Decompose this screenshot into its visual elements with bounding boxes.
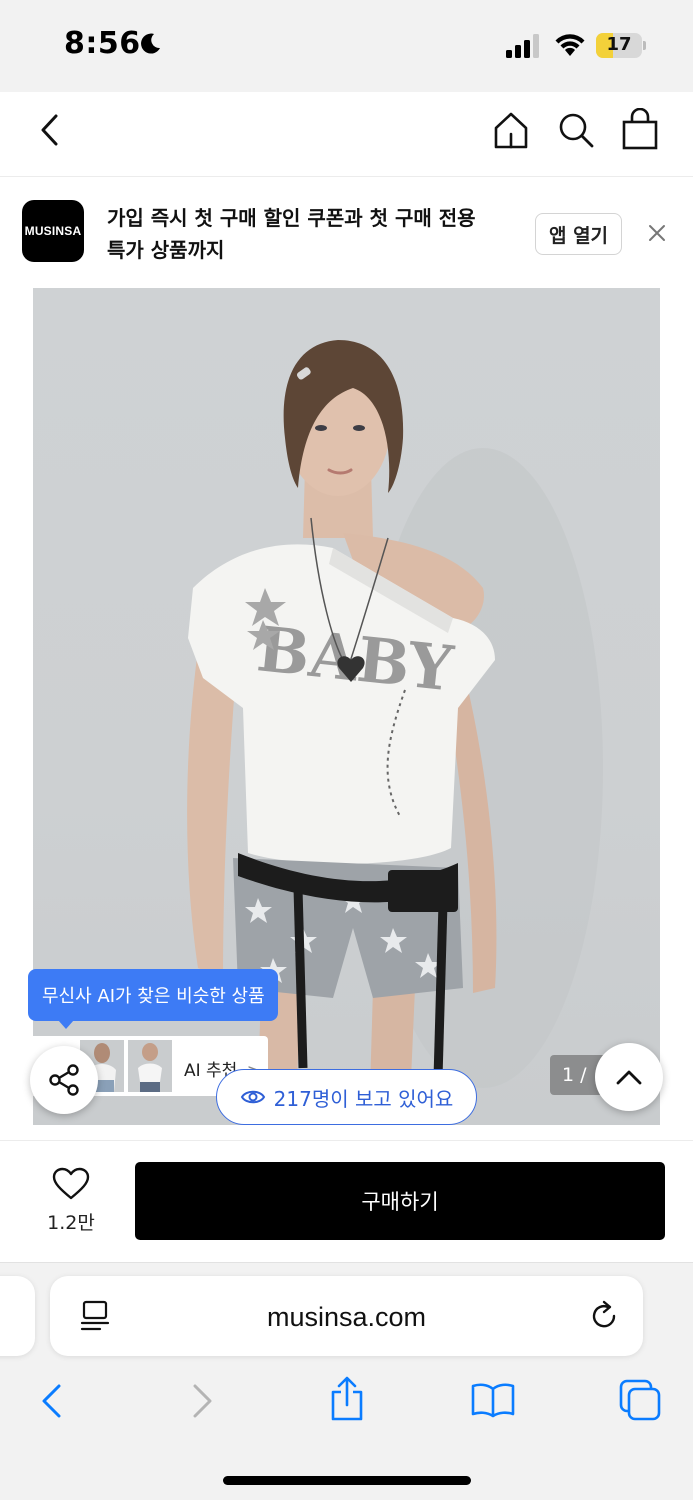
home-indicator: [223, 1476, 471, 1485]
banner-message: 가입 즉시 첫 구매 할인 쿠폰과 첫 구매 전용 특가 상품까지: [107, 202, 517, 266]
viewers-text: 217명이 보고 있어요: [273, 1086, 454, 1111]
like-count: 1.2만: [47, 1212, 95, 1234]
banner-line-2: 특가 상품까지: [107, 238, 225, 262]
forward-arrow-icon[interactable]: [188, 1383, 216, 1419]
eye-icon: [240, 1090, 265, 1104]
address-bar[interactable]: musinsa.com: [50, 1276, 643, 1356]
search-icon[interactable]: [556, 110, 596, 150]
banner-line-1: 가입 즉시 첫 구매 할인 쿠폰과 첫 구매 전용: [107, 206, 476, 230]
open-app-button[interactable]: 앱 열기: [535, 213, 622, 255]
buy-button[interactable]: 구매하기: [135, 1162, 665, 1240]
share-icon: [49, 1064, 79, 1096]
previous-tab-preview[interactable]: [0, 1276, 35, 1356]
ai-thumbnail[interactable]: [128, 1040, 172, 1092]
back-icon[interactable]: [36, 112, 64, 148]
share-icon[interactable]: [328, 1376, 366, 1422]
moon-icon: [141, 33, 160, 54]
brand-logo-text: MUSINSA: [24, 224, 82, 238]
chevron-up-icon: [616, 1070, 642, 1085]
back-arrow-icon[interactable]: [38, 1383, 66, 1419]
bookmarks-icon[interactable]: [470, 1382, 516, 1418]
wifi-icon: [555, 34, 585, 56]
home-icon[interactable]: [491, 110, 531, 150]
battery-icon: 17: [596, 33, 646, 58]
url-text[interactable]: musinsa.com: [50, 1302, 643, 1333]
musinsa-logo[interactable]: MUSINSA: [22, 200, 84, 262]
ai-similar-tooltip[interactable]: 무신사 AI가 찾은 비슷한 상품: [28, 969, 278, 1029]
battery-level: 17: [606, 34, 632, 55]
viewers-badge: 217명이 보고 있어요: [216, 1069, 477, 1125]
scroll-top-button[interactable]: [595, 1043, 663, 1111]
top-nav: [0, 92, 693, 177]
status-time: 8:56: [64, 26, 141, 61]
share-button[interactable]: [30, 1046, 98, 1114]
close-icon[interactable]: [646, 222, 668, 244]
status-bar: 8:56 17: [0, 0, 693, 92]
bag-icon[interactable]: [620, 108, 660, 150]
reload-icon[interactable]: [590, 1300, 620, 1332]
signal-icon: [506, 34, 539, 58]
tabs-icon[interactable]: [618, 1378, 662, 1422]
heart-icon[interactable]: [52, 1167, 90, 1201]
